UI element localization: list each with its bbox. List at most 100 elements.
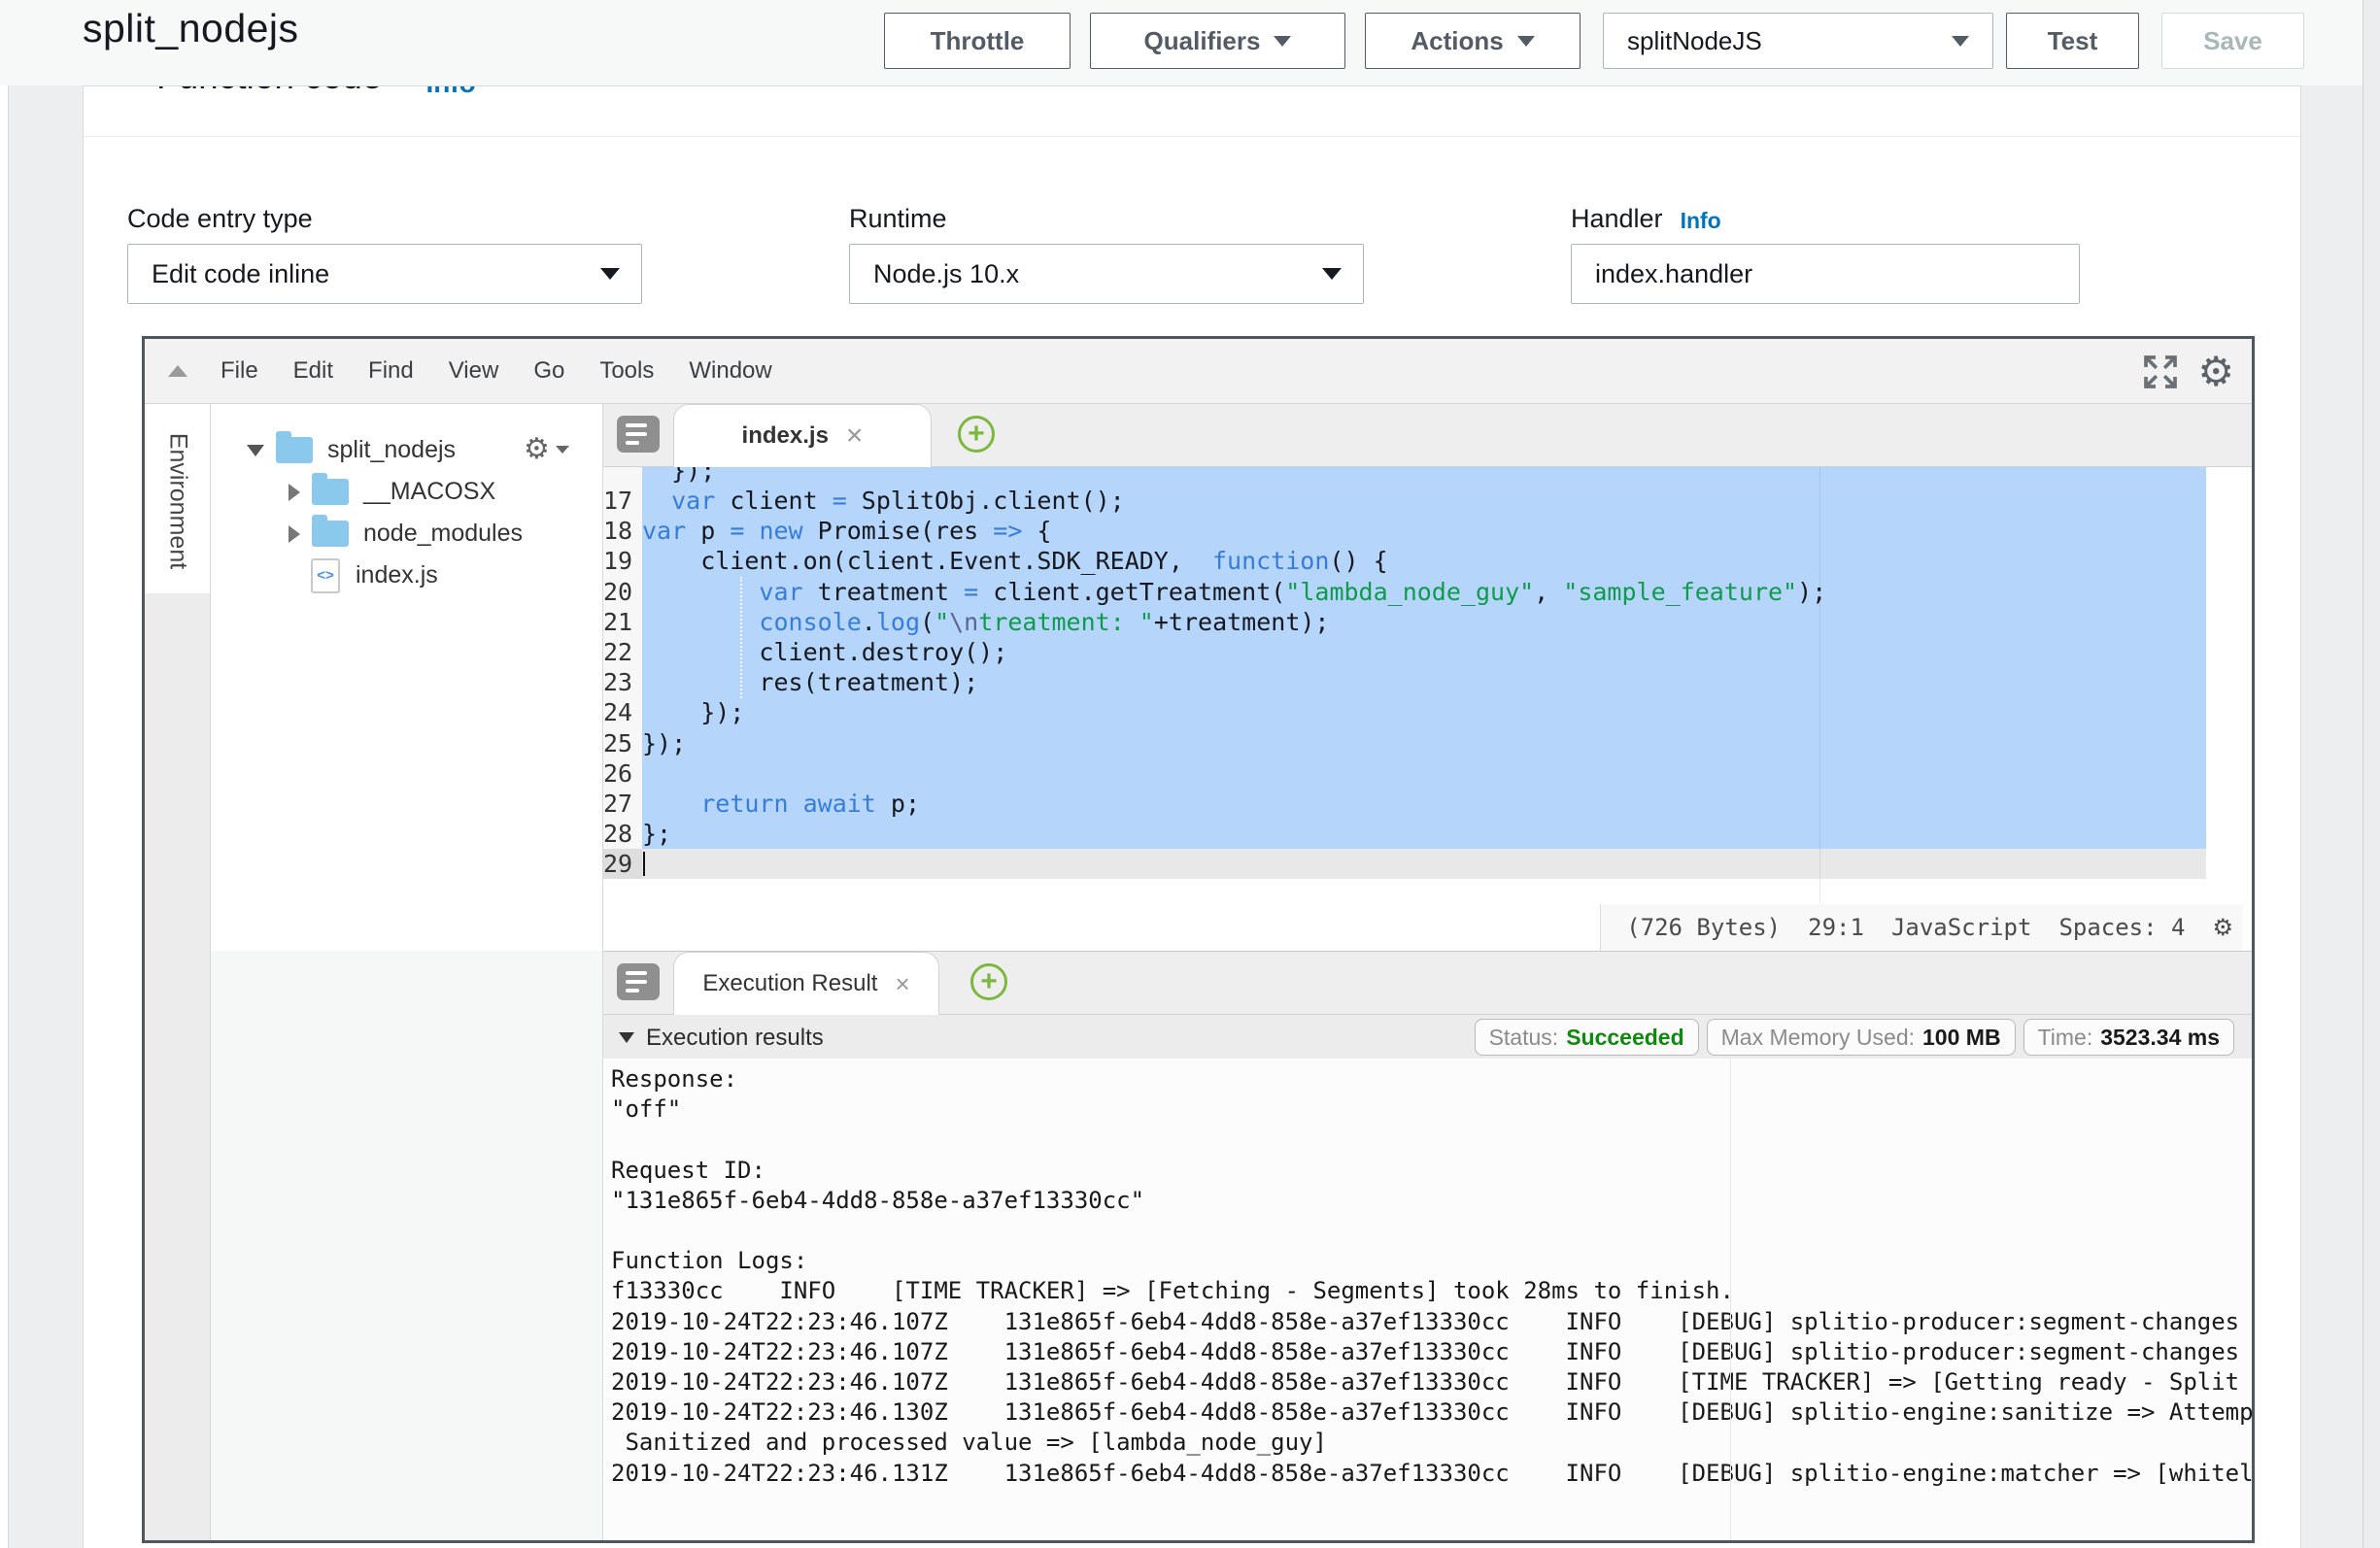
code-line-clipped[interactable]: }); xyxy=(603,467,2252,486)
menu-item-file[interactable]: File xyxy=(221,357,258,385)
folder-icon xyxy=(312,521,349,547)
file-tree: split_nodejs ⚙ __MACOSX n xyxy=(211,404,603,951)
execution-log-area[interactable]: Response: "off" Request ID: "131e865f-6e… xyxy=(603,1059,2252,1540)
line-number: 27 xyxy=(603,789,642,819)
editor-menus: File Edit Find View Go Tools Window xyxy=(221,357,772,385)
tab-list-icon[interactable] xyxy=(617,416,660,453)
code-line-25[interactable]: 25}); xyxy=(603,728,2252,758)
execution-badges: Status: Succeeded Max Memory Used: 100 M… xyxy=(1475,1019,2234,1056)
tree-item-macosx[interactable]: __MACOSX xyxy=(211,471,602,513)
memory-value: 100 MB xyxy=(1922,1025,2001,1051)
actions-button[interactable]: Actions xyxy=(1365,13,1581,69)
tree-item-node-modules[interactable]: node_modules xyxy=(211,513,602,555)
line-number: 26 xyxy=(603,758,642,789)
code-entry-type-select[interactable]: Edit code inline xyxy=(127,244,642,304)
folder-icon xyxy=(276,437,313,463)
cursor-position: 29:1 xyxy=(1808,914,1864,941)
code-line-26[interactable]: 26 xyxy=(603,758,2252,789)
save-button[interactable]: Save xyxy=(2161,13,2304,69)
tab-list-icon[interactable] xyxy=(617,963,660,1000)
line-number xyxy=(603,467,642,486)
qualifiers-button[interactable]: Qualifiers xyxy=(1090,13,1345,69)
collapse-caret-icon xyxy=(619,1032,634,1043)
menu-item-go[interactable]: Go xyxy=(533,357,564,385)
code-editor-pane: index.js × + });17 var client = SplitObj… xyxy=(603,404,2252,951)
indentation-setting[interactable]: Spaces: 4 xyxy=(2058,914,2185,941)
handler-info-link[interactable]: Info xyxy=(1681,208,1721,234)
tree-item-root-folder[interactable]: split_nodejs ⚙ xyxy=(211,429,602,471)
menubar-collapse-icon[interactable] xyxy=(168,365,187,377)
chevron-down-icon xyxy=(600,268,620,280)
memory-badge: Max Memory Used: 100 MB xyxy=(1707,1019,2016,1056)
status-gear-icon[interactable]: ⚙ xyxy=(2212,916,2233,939)
menu-item-window[interactable]: Window xyxy=(689,357,771,385)
chevron-down-icon xyxy=(556,446,569,454)
throttle-button-label: Throttle xyxy=(931,26,1025,56)
tree-item-label: __MACOSX xyxy=(363,478,495,506)
menu-item-tools[interactable]: Tools xyxy=(599,357,654,385)
code-line-23[interactable]: 23 res(treatment); xyxy=(603,667,2252,697)
code-line-18[interactable]: 18var p = new Promise(res => { xyxy=(603,516,2252,546)
code-line-17[interactable]: 17 var client = SplitObj.client(); xyxy=(603,486,2252,516)
throttle-button[interactable]: Throttle xyxy=(884,13,1071,69)
page-scrollbar[interactable] xyxy=(2363,0,2380,1548)
code-line-27[interactable]: 27 return await p; xyxy=(603,789,2252,819)
tab-execution-result[interactable]: Execution Result × xyxy=(673,952,939,1015)
function-code-heading: Function code xyxy=(156,86,382,97)
line-number: 22 xyxy=(603,637,642,667)
line-number: 20 xyxy=(603,577,642,607)
line-number: 24 xyxy=(603,697,642,727)
save-button-label: Save xyxy=(2203,26,2262,56)
runtime-group: Runtime Node.js 10.x xyxy=(849,191,1364,304)
code-line-22[interactable]: 22 client.destroy(); xyxy=(603,637,2252,667)
info-link[interactable]: Info xyxy=(425,86,475,97)
environment-tab[interactable]: Environment xyxy=(145,404,210,593)
code-line-20[interactable]: 20 var treatment = client.getTreatment("… xyxy=(603,577,2252,607)
menu-item-find[interactable]: Find xyxy=(368,357,414,385)
code-entry-type-value: Edit code inline xyxy=(152,259,329,289)
code-line-29[interactable]: 29 xyxy=(603,849,2252,879)
tree-settings-gear[interactable]: ⚙ xyxy=(524,435,569,464)
lambda-console-page: split_nodejs Throttle Qualifiers Actions… xyxy=(0,0,2380,1548)
line-number: 28 xyxy=(603,819,642,849)
function-code-card: Function code Info Code entry type Edit … xyxy=(83,85,2301,1548)
new-tab-plus-icon[interactable]: + xyxy=(958,416,995,453)
code-editor-content[interactable]: });17 var client = SplitObj.client();18v… xyxy=(603,467,2252,951)
code-line-19[interactable]: 19 client.on(client.Event.SDK_READY, fun… xyxy=(603,546,2252,576)
test-event-selected-value: splitNodeJS xyxy=(1627,26,1762,56)
text-cursor xyxy=(643,852,645,876)
fullscreen-icon[interactable] xyxy=(2141,353,2180,391)
code-line-24[interactable]: 24 }); xyxy=(603,697,2252,727)
execution-results-header[interactable]: Execution results Status: Succeeded Max … xyxy=(603,1015,2252,1061)
tab-label: Execution Result xyxy=(702,970,877,997)
editor-settings-gear-icon[interactable]: ⚙ xyxy=(2197,352,2234,392)
caret-expanded-icon[interactable] xyxy=(247,445,264,456)
page-left-margin xyxy=(0,0,9,1548)
new-tab-plus-icon[interactable]: + xyxy=(970,963,1007,1000)
folder-icon xyxy=(312,479,349,505)
line-number: 23 xyxy=(603,667,642,697)
caret-collapsed-icon[interactable] xyxy=(289,525,300,543)
tab-index-js[interactable]: index.js × xyxy=(673,404,932,467)
menu-item-edit[interactable]: Edit xyxy=(293,357,333,385)
runtime-select[interactable]: Node.js 10.x xyxy=(849,244,1364,304)
language-mode[interactable]: JavaScript xyxy=(1891,914,2032,941)
tree-item-index-js[interactable]: <> index.js xyxy=(211,555,602,596)
file-tree-empty-area xyxy=(211,951,603,1540)
print-margin-line xyxy=(1730,1059,1731,1540)
left-dock-rail: Environment xyxy=(145,404,211,1540)
test-button[interactable]: Test xyxy=(2006,13,2139,69)
chevron-down-icon xyxy=(1274,36,1291,47)
menu-item-view[interactable]: View xyxy=(449,357,499,385)
code-line-28[interactable]: 28}; xyxy=(603,819,2252,849)
test-event-select[interactable]: splitNodeJS xyxy=(1603,13,1993,69)
tree-item-label: node_modules xyxy=(363,520,523,548)
tree-item-label: index.js xyxy=(356,561,438,589)
execution-result-pane: Execution Result × + Execution results S… xyxy=(603,951,2252,1540)
handler-input[interactable]: index.handler xyxy=(1571,244,2080,304)
close-icon[interactable]: × xyxy=(895,971,909,996)
function-header: split_nodejs Throttle Qualifiers Actions… xyxy=(0,0,2380,85)
close-icon[interactable]: × xyxy=(846,421,864,451)
code-line-21[interactable]: 21 console.log("\ntreatment: "+treatment… xyxy=(603,607,2252,637)
caret-collapsed-icon[interactable] xyxy=(289,484,300,501)
